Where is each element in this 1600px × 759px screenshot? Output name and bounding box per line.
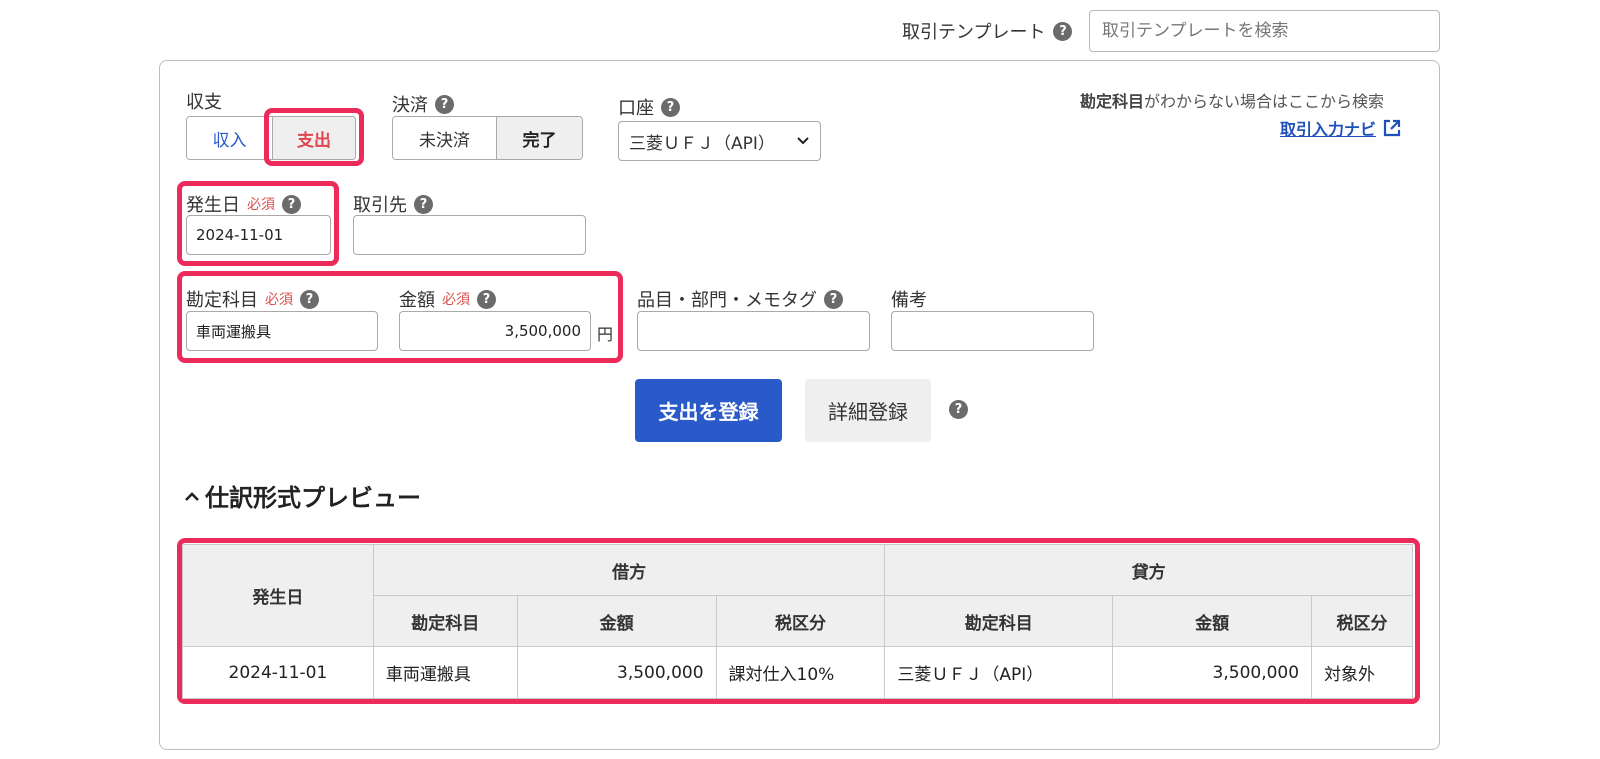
cell-debit-tax: 課対仕入10%: [715, 646, 886, 699]
income-expense-label: 収支: [186, 92, 222, 113]
header-date: 発生日: [182, 544, 374, 647]
header-credit-tax: 税区分: [1311, 595, 1413, 647]
item-account-input[interactable]: 車両運搬具: [186, 311, 378, 351]
header-credit-amount: 金額: [1112, 595, 1313, 647]
partner-label: 取引先 ?: [353, 191, 433, 217]
help-icon[interactable]: ?: [949, 400, 968, 419]
help-icon[interactable]: ?: [1053, 21, 1073, 41]
help-icon[interactable]: ?: [414, 194, 433, 214]
settlement-label: 決済 ?: [392, 91, 454, 117]
cell-credit-tax: 対象外: [1311, 646, 1413, 699]
register-expense-button[interactable]: 支出を登録: [635, 379, 782, 442]
chevron-up-icon: [185, 491, 199, 501]
help-icon[interactable]: ?: [477, 289, 496, 309]
input-navi-link[interactable]: 取引入力ナビ: [1280, 116, 1402, 140]
header-debit-amount: 金額: [516, 595, 717, 647]
amount-label: 金額 必須 ?: [399, 286, 496, 312]
highlight-expense: [264, 108, 364, 166]
tags-input[interactable]: [637, 311, 870, 351]
settled-button[interactable]: 完了: [495, 117, 582, 159]
header-debit: 借方: [372, 544, 886, 596]
help-icon[interactable]: ?: [300, 289, 319, 309]
cell-debit-amount: 3,500,000: [516, 646, 717, 699]
cell-date: 2024-11-01: [182, 646, 374, 699]
header-credit: 貸方: [884, 544, 1413, 596]
external-link-icon: [1383, 119, 1401, 137]
yen-unit: 円: [597, 325, 614, 344]
template-search-input[interactable]: [1089, 10, 1440, 52]
help-icon[interactable]: ?: [435, 94, 454, 114]
cell-credit-account: 三菱ＵＦＪ（API）: [884, 646, 1114, 699]
table-row: 2024-11-01 車両運搬具 3,500,000 課対仕入10% 三菱ＵＦＪ…: [182, 646, 1413, 699]
help-icon[interactable]: ?: [824, 289, 843, 309]
header-credit-account: 勘定科目: [884, 595, 1114, 647]
unsettled-button[interactable]: 未決済: [393, 117, 496, 159]
partner-input[interactable]: [353, 215, 586, 255]
chevron-down-icon: [797, 137, 809, 145]
header-debit-account: 勘定科目: [372, 595, 518, 647]
account-help-text: 勘定科目がわからない場合はここから検索: [1080, 92, 1385, 111]
tags-label: 品目・部門・メモタグ ?: [637, 286, 843, 312]
cell-debit-account: 車両運搬具: [372, 646, 518, 699]
cell-credit-amount: 3,500,000: [1112, 646, 1313, 699]
detail-register-button[interactable]: 詳細登録: [805, 379, 931, 442]
memo-label: 備考: [891, 290, 927, 311]
header-debit-tax: 税区分: [715, 595, 886, 647]
help-icon[interactable]: ?: [661, 97, 680, 117]
help-icon[interactable]: ?: [282, 194, 301, 214]
memo-input[interactable]: [891, 311, 1094, 351]
account-label: 口座 ?: [618, 94, 680, 120]
account-select[interactable]: 三菱ＵＦＪ（API）: [618, 121, 821, 161]
date-input[interactable]: 2024-11-01: [186, 215, 331, 255]
item-account-label: 勘定科目 必須 ?: [186, 286, 319, 312]
journal-preview-table: 発生日 借方 貸方 勘定科目 金額 税区分 勘定科目 金額 税区分 2024-1…: [182, 544, 1413, 699]
settlement-toggle: 未決済 完了: [392, 116, 583, 160]
amount-input[interactable]: 3,500,000: [399, 311, 591, 351]
income-button[interactable]: 収入: [187, 117, 272, 159]
date-label: 発生日 必須 ?: [186, 191, 301, 217]
template-label: 取引テンプレート ?: [902, 18, 1073, 44]
preview-toggle[interactable]: 仕訳形式プレビュー: [183, 478, 421, 513]
